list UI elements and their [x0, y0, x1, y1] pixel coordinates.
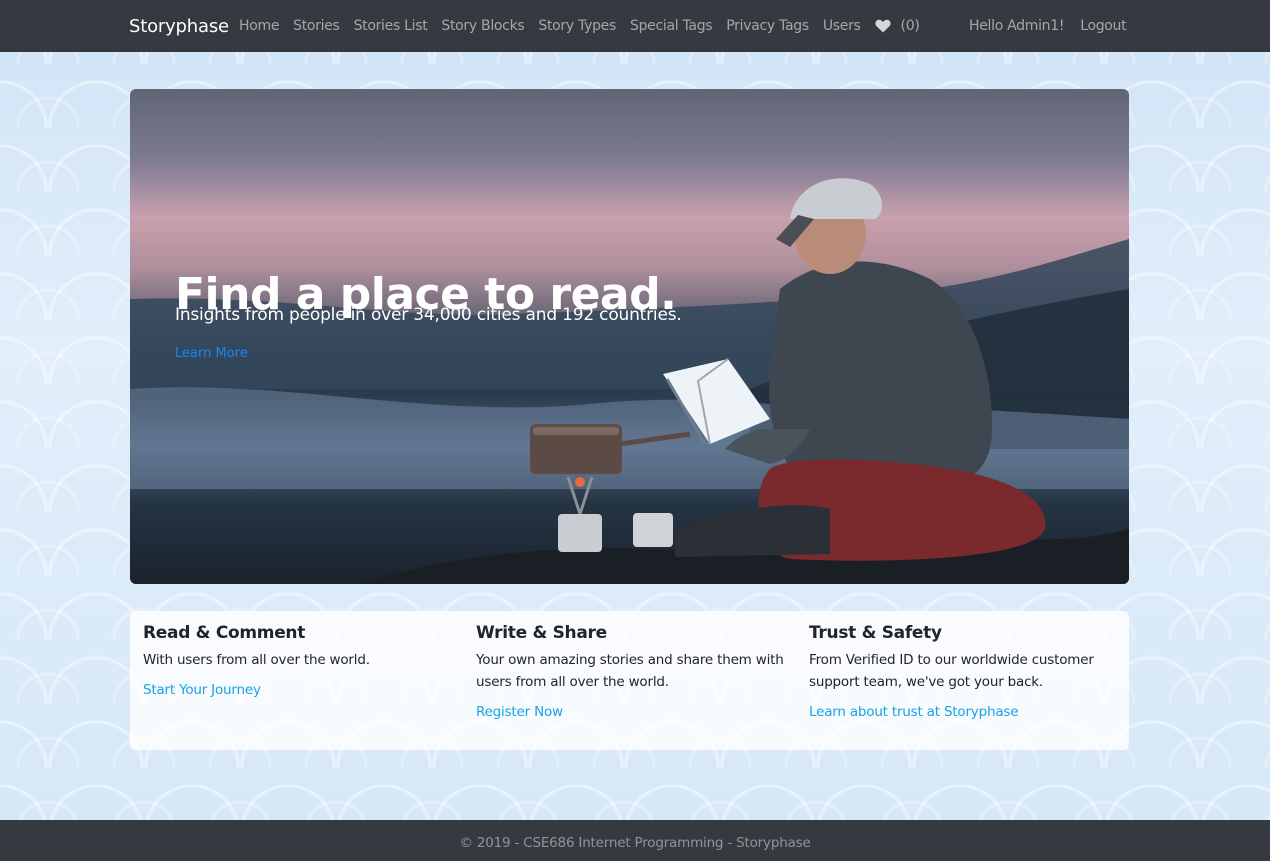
logout-link[interactable]: Logout	[1080, 18, 1126, 34]
feature-heading: Read & Comment	[143, 623, 306, 643]
favorites-count[interactable]: (0)	[901, 18, 920, 34]
feature-text: With users from all over the world.	[143, 652, 370, 668]
feature-read-comment: Read & Comment With users from all over …	[143, 623, 453, 698]
hero-subtitle: Insights from people in over 34,000 citi…	[175, 305, 682, 325]
nav-special-tags[interactable]: Special Tags	[630, 18, 713, 34]
nav-story-types[interactable]: Story Types	[538, 18, 616, 34]
heart-icon[interactable]	[875, 19, 891, 33]
features-panel: Read & Comment With users from all over …	[130, 611, 1129, 750]
nav-users[interactable]: Users	[823, 18, 861, 34]
brand-link[interactable]: Storyphase	[129, 16, 229, 37]
hero-photo	[130, 178, 1129, 584]
user-greeting[interactable]: Hello Admin1!	[969, 18, 1064, 34]
feature-write-share: Write & Share Your own amazing stories a…	[476, 623, 786, 720]
page-footer: © 2019 - CSE686 Internet Programming - S…	[0, 820, 1270, 861]
nav-user-area: Hello Admin1! Logout	[969, 18, 1142, 34]
nav-links: Home Stories Stories List Story Blocks S…	[239, 18, 920, 34]
start-journey-link[interactable]: Start Your Journey	[143, 682, 453, 698]
hero-banner: Find a place to read. Insights from peop…	[130, 89, 1129, 584]
footer-text: © 2019 - CSE686 Internet Programming - S…	[459, 835, 811, 851]
nav-stories-list[interactable]: Stories List	[354, 18, 428, 34]
register-now-link[interactable]: Register Now	[476, 704, 786, 720]
nav-story-blocks[interactable]: Story Blocks	[441, 18, 524, 34]
nav-privacy-tags[interactable]: Privacy Tags	[726, 18, 809, 34]
nav-stories[interactable]: Stories	[293, 18, 340, 34]
top-navbar: Storyphase Home Stories Stories List Sto…	[0, 0, 1270, 52]
learn-trust-link[interactable]: Learn about trust at Storyphase	[809, 704, 1119, 720]
learn-more-link[interactable]: Learn More	[175, 346, 248, 361]
feature-text: From Verified ID to our worldwide custom…	[809, 652, 1094, 690]
feature-trust-safety: Trust & Safety From Verified ID to our w…	[809, 623, 1119, 720]
nav-home[interactable]: Home	[239, 18, 279, 34]
feature-text: Your own amazing stories and share them …	[476, 652, 784, 690]
feature-heading: Trust & Safety	[809, 623, 942, 643]
feature-heading: Write & Share	[476, 623, 607, 643]
